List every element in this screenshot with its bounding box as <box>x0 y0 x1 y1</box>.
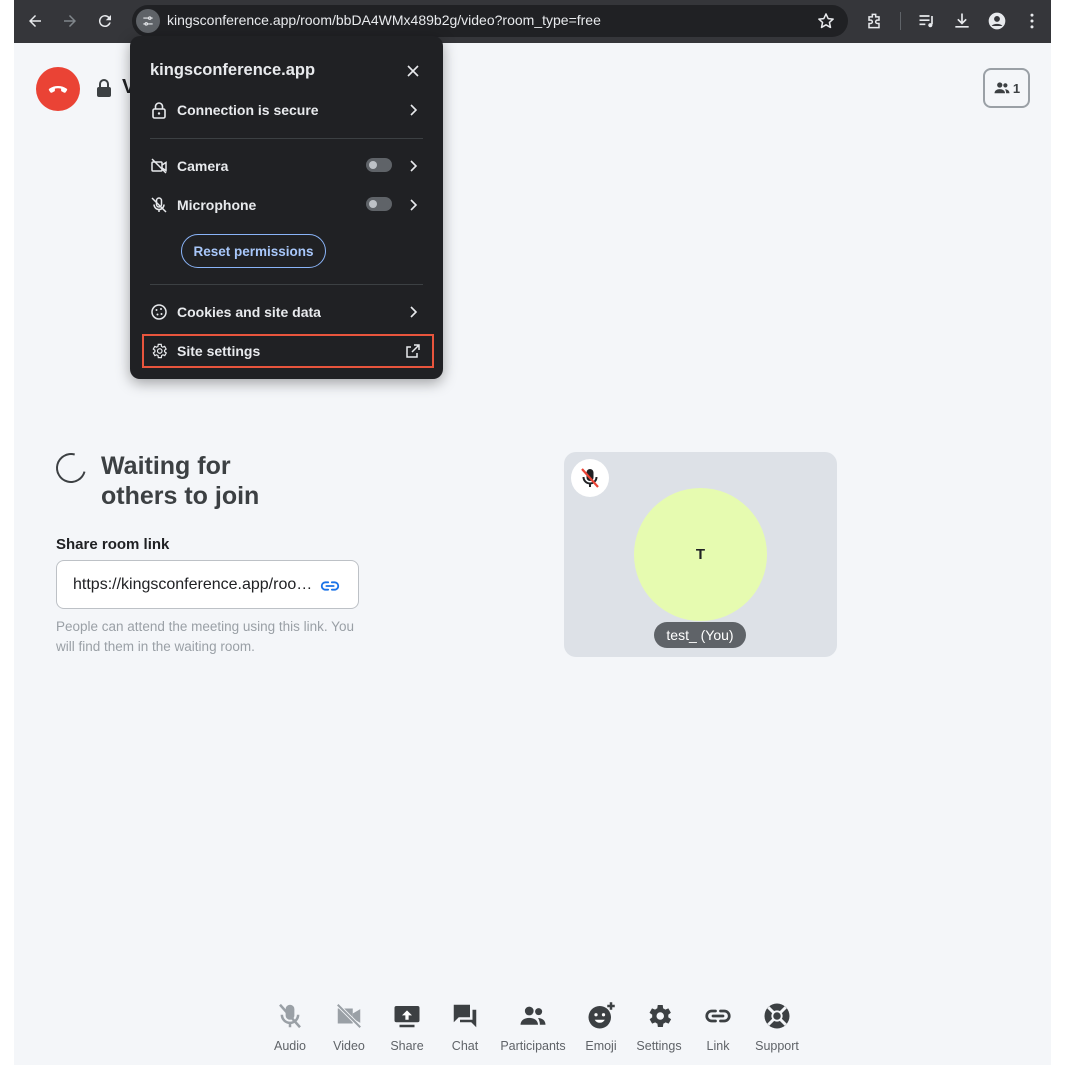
site-info-button[interactable] <box>136 9 160 33</box>
chat-button[interactable]: Chat <box>430 1001 500 1053</box>
popup-site-title: kingsconference.app <box>150 61 316 79</box>
reload-button[interactable] <box>92 8 118 34</box>
media-button[interactable] <box>916 10 938 32</box>
support-button[interactable]: Support <box>742 1001 812 1053</box>
connection-row[interactable]: Connection is secure <box>150 99 425 123</box>
chat-label: Chat <box>451 1039 479 1053</box>
profile-button[interactable] <box>986 10 1008 32</box>
microphone-label: Microphone <box>177 197 257 213</box>
lock-icon <box>152 102 166 119</box>
puzzle-icon <box>868 13 880 29</box>
camera-toggle[interactable] <box>366 158 392 172</box>
link-label: Link <box>706 1039 730 1053</box>
tune-icon <box>143 16 153 26</box>
back-button[interactable] <box>22 8 48 34</box>
share-room-label: Share room link <box>56 536 170 553</box>
open-in-new-icon <box>406 344 420 358</box>
hangup-button[interactable] <box>36 67 80 111</box>
people-icon <box>520 1006 546 1025</box>
site-settings-label: Site settings <box>177 343 261 359</box>
emoji-label: Emoji <box>585 1039 617 1053</box>
share-label: Share <box>390 1039 424 1053</box>
toolbar-divider <box>900 12 901 30</box>
participants-label: Participants <box>500 1039 566 1053</box>
waiting-message: Waiting for others to join <box>101 452 260 510</box>
muted-indicator <box>571 459 609 497</box>
chevron-right-icon <box>410 306 418 318</box>
playlist-music-icon <box>919 15 933 28</box>
camera-label: Camera <box>177 158 229 174</box>
extensions-button[interactable] <box>863 10 885 32</box>
meeting-toolbar: Audio Video Share Chat Participants Emoj… <box>14 1001 1051 1061</box>
copy-link-icon[interactable] <box>319 575 341 597</box>
cookie-icon <box>151 304 167 320</box>
chevron-right-icon <box>410 104 418 116</box>
chevron-right-icon <box>410 199 418 211</box>
screen-share-icon <box>394 1006 420 1028</box>
videocam-off-icon <box>151 158 167 174</box>
participants-count-button[interactable]: 1 <box>983 68 1030 108</box>
browser-menu-button[interactable] <box>1021 10 1043 32</box>
room-link-text[interactable]: https://kingsconference.app/room/bbDA4WM… <box>73 576 313 594</box>
avatar: T <box>634 488 767 621</box>
gear-icon <box>152 343 168 359</box>
audio-label: Audio <box>274 1039 306 1053</box>
site-info-popup: kingsconference.app Connection is secure… <box>130 36 443 379</box>
bookmark-star-icon[interactable] <box>816 11 836 31</box>
url-text[interactable]: kingsconference.app/room/bbDA4WMx489b2g/… <box>167 12 601 28</box>
mic-off-icon <box>151 197 167 213</box>
download-icon <box>955 13 969 28</box>
mic-off-icon <box>581 468 599 488</box>
chevron-right-icon <box>410 160 418 172</box>
downloads-button[interactable] <box>951 10 973 32</box>
forward-button[interactable] <box>57 8 83 34</box>
reload-icon <box>98 15 111 28</box>
microphone-toggle[interactable] <box>366 197 392 211</box>
connection-label: Connection is secure <box>177 102 319 118</box>
microphone-row[interactable]: Microphone <box>150 194 425 218</box>
gear-icon <box>649 1005 672 1027</box>
site-settings-row[interactable]: Site settings <box>150 340 425 364</box>
arrow-right-icon <box>64 15 76 27</box>
chat-icon <box>453 1004 477 1028</box>
popup-divider <box>150 284 423 285</box>
mic-off-icon <box>279 1003 301 1029</box>
video-label: Video <box>333 1039 365 1053</box>
videocam-off-icon <box>336 1003 362 1029</box>
arrow-left-icon <box>29 15 41 27</box>
camera-row[interactable]: Camera <box>150 155 425 179</box>
address-bar[interactable]: kingsconference.app/room/bbDA4WMx489b2g/… <box>132 5 848 37</box>
support-label: Support <box>755 1039 799 1053</box>
add-reaction-icon <box>588 1002 615 1029</box>
settings-label: Settings <box>636 1039 682 1053</box>
self-video-tile: T test_ (You) <box>564 452 837 657</box>
call-end-icon <box>48 86 68 93</box>
reset-permissions-button[interactable]: Reset permissions <box>181 234 326 268</box>
avatar-initial: T <box>695 546 706 563</box>
popup-divider <box>150 138 423 139</box>
participant-name-tag: test_ (You) <box>654 622 746 648</box>
close-icon[interactable] <box>405 63 421 79</box>
lock-icon <box>97 79 111 97</box>
participant-count: 1 <box>1012 80 1021 96</box>
people-icon <box>994 82 1010 94</box>
participants-button[interactable]: Participants <box>498 1001 568 1053</box>
share-help-text: People can attend the meeting using this… <box>56 619 354 654</box>
link-icon <box>705 1009 731 1023</box>
lifebuoy-icon <box>764 1003 790 1029</box>
more-vert-icon <box>1030 13 1034 29</box>
cookies-label: Cookies and site data <box>177 304 321 320</box>
room-link-field[interactable]: https://kingsconference.app/room/bbDA4WM… <box>56 560 359 609</box>
cookies-row[interactable]: Cookies and site data <box>150 301 425 325</box>
account-icon <box>988 12 1006 30</box>
loading-spinner-icon <box>50 447 92 489</box>
